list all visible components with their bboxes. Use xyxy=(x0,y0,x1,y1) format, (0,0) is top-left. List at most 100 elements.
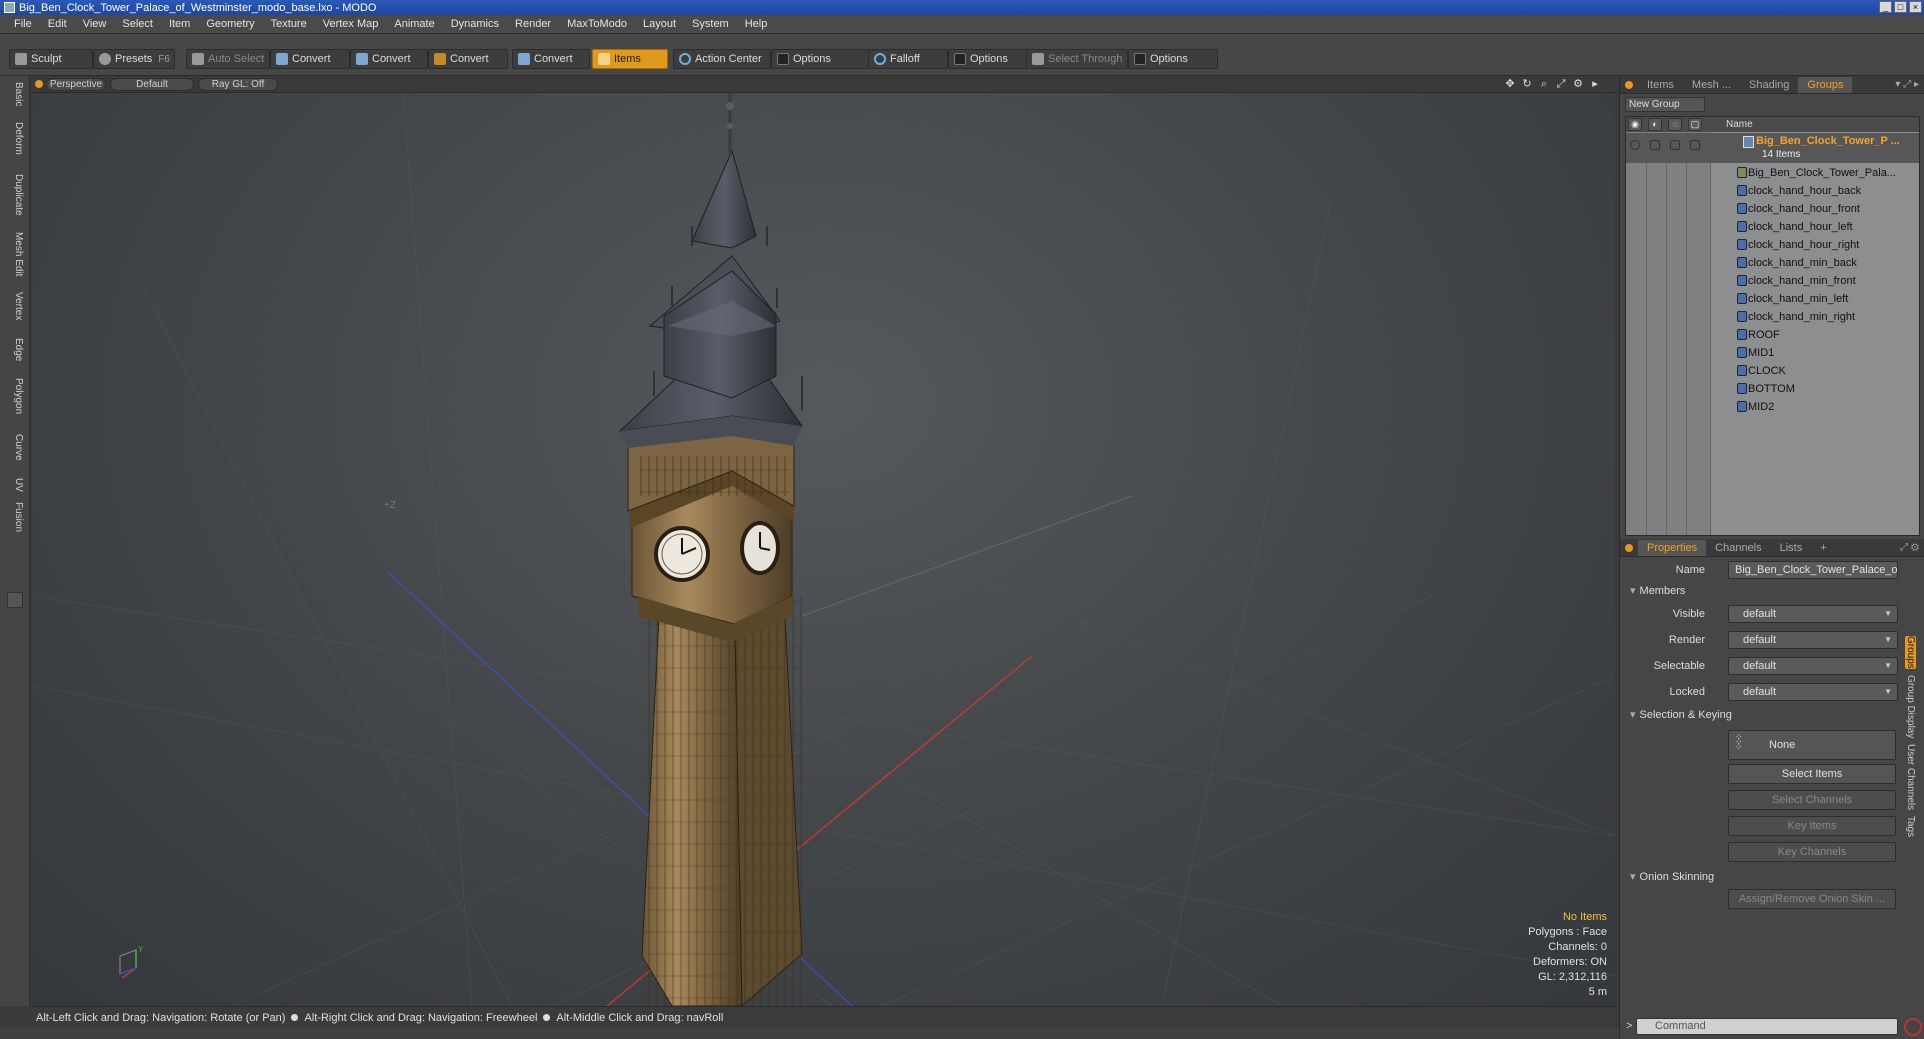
tab-vertex[interactable]: Vertex xyxy=(6,292,24,320)
list-item[interactable]: clock_hand_hour_right xyxy=(1626,236,1919,254)
tab-items[interactable]: Items xyxy=(1638,77,1683,93)
action-center-options-button[interactable]: Options xyxy=(771,49,869,69)
select-channels-button[interactable]: Select Channels xyxy=(1728,790,1896,810)
menu-render[interactable]: Render xyxy=(507,18,559,30)
falloff-options-button[interactable]: Options xyxy=(948,49,1028,69)
zoom-view-icon[interactable]: ⌕ xyxy=(1538,78,1550,90)
tab-dropdown-icon[interactable]: ▾ ⤢ ▸ xyxy=(1895,79,1919,90)
convert-edge-button[interactable]: Convert xyxy=(350,49,428,69)
list-item[interactable]: MID2 xyxy=(1626,398,1919,416)
name-column-header[interactable]: Name xyxy=(1726,117,1753,132)
list-item[interactable]: ROOF xyxy=(1626,326,1919,344)
group-name-field[interactable]: Big_Ben_Clock_Tower_Palace_of xyxy=(1728,561,1898,579)
menu-help[interactable]: Help xyxy=(737,18,776,30)
render-toggle[interactable] xyxy=(1650,140,1660,150)
list-item[interactable]: clock_hand_min_front xyxy=(1626,272,1919,290)
tab-lists[interactable]: Lists xyxy=(1771,540,1812,556)
list-item[interactable]: CLOCK xyxy=(1626,362,1919,380)
scene-canvas[interactable]: +Z xyxy=(32,76,1615,1006)
render-column-icon[interactable]: ◐ xyxy=(1648,118,1662,131)
shading-dropdown[interactable]: Default xyxy=(110,78,194,91)
none-button[interactable]: ⁘ ⁘ ⁘ None xyxy=(1728,730,1896,760)
viewport-options-icon[interactable] xyxy=(35,80,43,88)
key-channels-button[interactable]: Key Channels xyxy=(1728,842,1896,862)
menu-file[interactable]: File xyxy=(6,18,40,30)
vtab-group-display[interactable]: Group Display xyxy=(1905,675,1916,738)
select-column-icon[interactable]: ◌ xyxy=(1668,118,1682,131)
list-item[interactable]: clock_hand_hour_left xyxy=(1626,218,1919,236)
minimize-button[interactable]: _ xyxy=(1879,1,1892,13)
groups-list[interactable]: ◉ ◐ ◌ ▢ Name Big_Ben_Clock_Tower_P ... 1… xyxy=(1625,116,1920,536)
sculpt-button[interactable]: Sculpt xyxy=(9,49,93,69)
tab-deform[interactable]: Deform xyxy=(6,122,24,155)
list-item[interactable]: MID1 xyxy=(1626,344,1919,362)
tab-basic[interactable]: Basic xyxy=(6,82,24,106)
select-toggle[interactable] xyxy=(1670,140,1680,150)
tab-mesh-edit[interactable]: Mesh Edit xyxy=(6,232,24,276)
members-section[interactable]: Members xyxy=(1630,584,1686,597)
assign-onion-skin-button[interactable]: Assign/Remove Onion Skin ... xyxy=(1728,889,1896,909)
big-ben-tower-model[interactable] xyxy=(618,81,804,1006)
tab-edge[interactable]: Edge xyxy=(6,338,24,361)
menu-animate[interactable]: Animate xyxy=(386,18,442,30)
viewport-menu-icon[interactable]: ▸ xyxy=(1589,78,1601,90)
raygl-toggle[interactable]: Ray GL: Off xyxy=(198,78,278,91)
visibility-column-icon[interactable]: ◉ xyxy=(1628,118,1642,131)
menu-layout[interactable]: Layout xyxy=(635,18,684,30)
menu-edit[interactable]: Edit xyxy=(40,18,75,30)
tab-collapse-button[interactable] xyxy=(7,592,23,608)
menu-view[interactable]: View xyxy=(75,18,115,30)
tab-uv[interactable]: UV xyxy=(6,478,24,492)
locked-dropdown[interactable]: default ▼ xyxy=(1728,683,1898,701)
list-item[interactable]: clock_hand_min_left xyxy=(1626,290,1919,308)
lock-toggle[interactable] xyxy=(1690,140,1700,150)
vtab-groups[interactable]: Groups xyxy=(1905,636,1916,669)
panel-options-icon[interactable] xyxy=(1625,543,1633,552)
list-item[interactable]: BOTTOM xyxy=(1626,380,1919,398)
lock-column-icon[interactable]: ▢ xyxy=(1688,118,1702,131)
auto-select-button[interactable]: Auto Select xyxy=(186,49,270,69)
convert-material-button[interactable]: Convert xyxy=(512,49,590,69)
view-type-dropdown[interactable]: Perspective xyxy=(46,78,106,91)
add-tab-button[interactable]: + xyxy=(1811,540,1835,556)
tab-groups[interactable]: Groups xyxy=(1798,76,1853,93)
gear-icon[interactable]: ⚙ xyxy=(1572,78,1584,90)
convert-vertex-button[interactable]: Convert xyxy=(270,49,350,69)
menu-geometry[interactable]: Geometry xyxy=(198,18,262,30)
3d-viewport[interactable]: +Z Perspective Default Ray GL: Off ✥ ↻ ⌕… xyxy=(32,76,1615,1006)
tab-expand-icon[interactable]: ⤢ ⚙ xyxy=(1900,542,1919,553)
menu-vertex-map[interactable]: Vertex Map xyxy=(315,18,387,30)
tab-duplicate[interactable]: Duplicate xyxy=(6,174,24,216)
tab-fusion[interactable]: Fusion xyxy=(6,502,24,532)
menu-dynamics[interactable]: Dynamics xyxy=(443,18,507,30)
panel-options-icon[interactable] xyxy=(1625,80,1633,89)
group-row[interactable]: Big_Ben_Clock_Tower_P ... 14 Items xyxy=(1626,133,1919,163)
visibility-toggle[interactable] xyxy=(1630,140,1640,150)
vtab-tags[interactable]: Tags xyxy=(1905,816,1916,837)
command-input[interactable]: Command xyxy=(1636,1018,1898,1035)
tab-polygon[interactable]: Polygon xyxy=(6,378,24,414)
selectable-dropdown[interactable]: default ▼ xyxy=(1728,657,1898,675)
menu-select[interactable]: Select xyxy=(114,18,161,30)
tab-shading[interactable]: Shading xyxy=(1740,77,1798,93)
select-items-button[interactable]: Select Items xyxy=(1728,764,1896,784)
maximize-view-icon[interactable]: ⤢ xyxy=(1555,78,1567,90)
select-through-button[interactable]: Select Through xyxy=(1026,49,1128,69)
select-through-options-button[interactable]: Options xyxy=(1128,49,1218,69)
vtab-user-channels[interactable]: User Channels xyxy=(1905,744,1916,810)
list-item[interactable]: clock_hand_hour_back xyxy=(1626,182,1919,200)
render-dropdown[interactable]: default ▼ xyxy=(1728,631,1898,649)
falloff-button[interactable]: Falloff xyxy=(868,49,948,69)
new-group-button[interactable]: New Group xyxy=(1625,97,1705,112)
menu-system[interactable]: System xyxy=(684,18,737,30)
list-item[interactable]: clock_hand_hour_front xyxy=(1626,200,1919,218)
visible-dropdown[interactable]: default ▼ xyxy=(1728,605,1898,623)
tab-channels[interactable]: Channels xyxy=(1706,540,1770,556)
tab-properties[interactable]: Properties xyxy=(1638,539,1707,556)
tab-mesh[interactable]: Mesh ... xyxy=(1683,77,1740,93)
menu-item[interactable]: Item xyxy=(161,18,198,30)
list-item[interactable]: clock_hand_min_right xyxy=(1626,308,1919,326)
action-center-button[interactable]: Action Center xyxy=(673,49,771,69)
items-mode-button[interactable]: Items xyxy=(592,49,668,69)
rotate-view-icon[interactable]: ↻ xyxy=(1521,78,1533,90)
